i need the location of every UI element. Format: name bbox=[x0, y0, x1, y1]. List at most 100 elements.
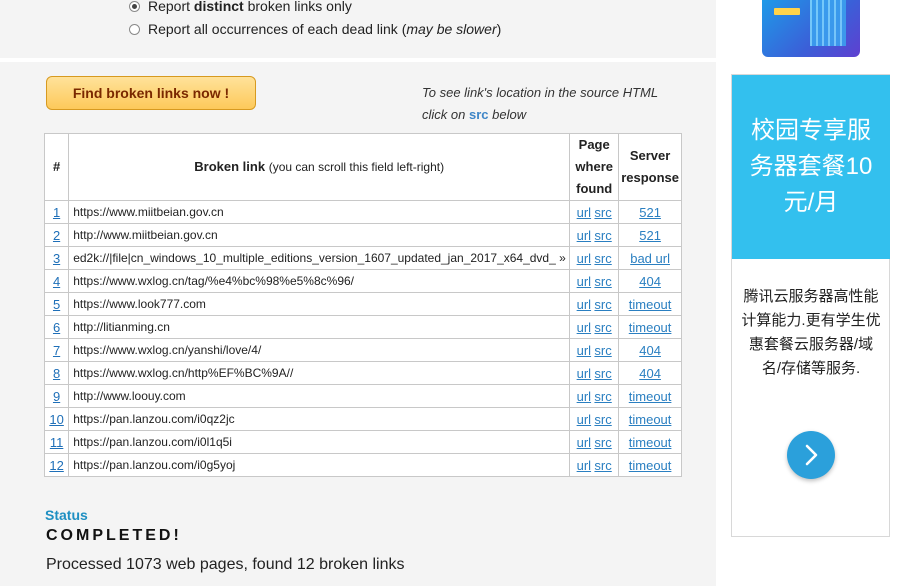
broken-url-cell[interactable]: http://litianming.cn bbox=[68, 315, 571, 339]
table-row: 2 http://www.miitbeian.gov.cn url src 521 bbox=[43, 223, 682, 247]
page-where-found-cell: url src bbox=[569, 292, 620, 316]
page-where-found-cell: url src bbox=[569, 269, 620, 293]
header-broken-link: Broken link (you can scroll this field l… bbox=[68, 133, 571, 201]
url-link[interactable]: url bbox=[577, 389, 591, 404]
table-row: 10 https://pan.lanzou.com/i0qz2jc url src t… bbox=[43, 407, 682, 431]
server-response-cell: timeout bbox=[618, 315, 682, 339]
server-response-link[interactable]: bad url bbox=[630, 251, 670, 266]
src-link[interactable]: src bbox=[594, 297, 611, 312]
server-response-link[interactable]: timeout bbox=[629, 412, 672, 427]
src-link[interactable]: src bbox=[594, 205, 611, 220]
broken-url-cell[interactable]: https://www.wxlog.cn/yanshi/love/4/ bbox=[68, 338, 571, 362]
option-distinct-links[interactable]: Report distinct broken links only bbox=[129, 0, 352, 14]
broken-url-cell[interactable]: https://pan.lanzou.com/i0l1q5i bbox=[68, 430, 571, 454]
broken-url-cell[interactable]: https://www.look777.com bbox=[68, 292, 571, 316]
server-response-link[interactable]: 404 bbox=[639, 366, 661, 381]
row-number-link[interactable]: 9 bbox=[53, 389, 60, 404]
header-page-where-found: Page where found bbox=[569, 133, 620, 201]
radio-distinct[interactable] bbox=[129, 0, 140, 12]
option-all-occurrences[interactable]: Report all occurrences of each dead link… bbox=[129, 21, 501, 37]
page-where-found-cell: url src bbox=[569, 246, 620, 270]
server-response-link[interactable]: 521 bbox=[639, 228, 661, 243]
row-number-link[interactable]: 12 bbox=[49, 458, 63, 473]
row-number-link[interactable]: 4 bbox=[53, 274, 60, 289]
header-server-response: Server response bbox=[618, 133, 682, 201]
broken-url-cell[interactable]: https://pan.lanzou.com/i0qz2jc bbox=[68, 407, 571, 431]
ad-next-button[interactable] bbox=[787, 431, 835, 479]
table-row: 7 https://www.wxlog.cn/yanshi/love/4/url … bbox=[43, 338, 682, 362]
server-response-cell: timeout bbox=[618, 407, 682, 431]
server-response-link[interactable]: timeout bbox=[629, 320, 672, 335]
broken-url-cell[interactable]: ed2k://|file|cn_windows_10_multiple_edit… bbox=[68, 246, 571, 270]
row-number-link[interactable]: 2 bbox=[53, 228, 60, 243]
table-row: 12 https://pan.lanzou.com/i0g5yoj url src t… bbox=[43, 453, 682, 477]
broken-url: http://www.loouy.com bbox=[73, 389, 186, 403]
server-response-link[interactable]: timeout bbox=[629, 389, 672, 404]
url-link[interactable]: url bbox=[577, 274, 591, 289]
src-link[interactable]: src bbox=[594, 320, 611, 335]
row-number-link[interactable]: 8 bbox=[53, 366, 60, 381]
src-link[interactable]: src bbox=[594, 389, 611, 404]
row-number-link[interactable]: 5 bbox=[53, 297, 60, 312]
row-number-cell: 11 bbox=[43, 430, 70, 454]
src-link[interactable]: src bbox=[594, 228, 611, 243]
broken-url-cell[interactable]: http://www.loouy.com bbox=[68, 384, 571, 408]
broken-url: http://www.miitbeian.gov.cn bbox=[73, 228, 218, 242]
row-number-link[interactable]: 7 bbox=[53, 343, 60, 358]
row-number-cell: 4 bbox=[43, 269, 70, 293]
server-response-link[interactable]: timeout bbox=[629, 435, 672, 450]
url-link[interactable]: url bbox=[577, 228, 591, 243]
url-link[interactable]: url bbox=[577, 435, 591, 450]
broken-url-cell[interactable]: https://www.wxlog.cn/tag/%e4%bc%98%e5%8c… bbox=[68, 269, 571, 293]
url-link[interactable]: url bbox=[577, 366, 591, 381]
status-label: Status bbox=[45, 507, 88, 523]
ad-banner-image[interactable] bbox=[762, 0, 860, 57]
src-link[interactable]: src bbox=[594, 366, 611, 381]
ad-headline: 校园专享服务器套餐10元/月 bbox=[749, 117, 873, 216]
page-where-found-cell: url src bbox=[569, 384, 620, 408]
page-where-found-cell: url src bbox=[569, 430, 620, 454]
src-link[interactable]: src bbox=[594, 435, 611, 450]
src-link[interactable]: src bbox=[594, 343, 611, 358]
src-link[interactable]: src bbox=[594, 412, 611, 427]
url-link[interactable]: url bbox=[577, 320, 591, 335]
server-response-cell: 521 bbox=[618, 200, 682, 224]
radio-all[interactable] bbox=[129, 23, 140, 35]
url-link[interactable]: url bbox=[577, 205, 591, 220]
status-summary: Processed 1073 web pages, found 12 broke… bbox=[46, 556, 405, 573]
broken-url-cell[interactable]: https://www.miitbeian.gov.cn bbox=[68, 200, 571, 224]
server-response-cell: timeout bbox=[618, 430, 682, 454]
table-row: 8 https://www.wxlog.cn/http%EF%BC%9A// url… bbox=[43, 361, 682, 385]
src-link[interactable]: src bbox=[594, 458, 611, 473]
url-link[interactable]: url bbox=[577, 458, 591, 473]
table-row: 9 http://www.loouy.com url src timeout bbox=[43, 384, 682, 408]
row-number-link[interactable]: 6 bbox=[53, 320, 60, 335]
url-link[interactable]: url bbox=[577, 251, 591, 266]
ad-building-graphic bbox=[810, 0, 846, 46]
row-number-link[interactable]: 11 bbox=[50, 435, 64, 450]
src-link[interactable]: src bbox=[594, 274, 611, 289]
server-response-link[interactable]: 404 bbox=[639, 343, 661, 358]
broken-url-cell[interactable]: https://www.wxlog.cn/http%EF%BC%9A// bbox=[68, 361, 571, 385]
server-response-cell: 521 bbox=[618, 223, 682, 247]
url-link[interactable]: url bbox=[577, 343, 591, 358]
row-number-link[interactable]: 1 bbox=[53, 205, 60, 220]
ad-headline-box[interactable]: 校园专享服务器套餐10元/月 bbox=[732, 75, 890, 259]
server-response-link[interactable]: 521 bbox=[639, 205, 661, 220]
page-where-found-cell: url src bbox=[569, 361, 620, 385]
option-distinct-label: Report distinct broken links only bbox=[148, 0, 352, 14]
table-row: 6 http://litianming.cn url src timeout bbox=[43, 315, 682, 339]
page-where-found-cell: url src bbox=[569, 453, 620, 477]
url-link[interactable]: url bbox=[577, 297, 591, 312]
src-link[interactable]: src bbox=[594, 251, 611, 266]
server-response-link[interactable]: timeout bbox=[629, 297, 672, 312]
row-number-link[interactable]: 10 bbox=[49, 412, 63, 427]
broken-url-cell[interactable]: http://www.miitbeian.gov.cn bbox=[68, 223, 571, 247]
server-response-link[interactable]: 404 bbox=[639, 274, 661, 289]
find-broken-links-button[interactable]: Find broken links now ! bbox=[46, 76, 256, 110]
server-response-link[interactable]: timeout bbox=[629, 458, 672, 473]
header-number: # bbox=[43, 133, 70, 201]
url-link[interactable]: url bbox=[577, 412, 591, 427]
broken-url-cell[interactable]: https://pan.lanzou.com/i0g5yoj bbox=[68, 453, 571, 477]
row-number-link[interactable]: 3 bbox=[53, 251, 60, 266]
